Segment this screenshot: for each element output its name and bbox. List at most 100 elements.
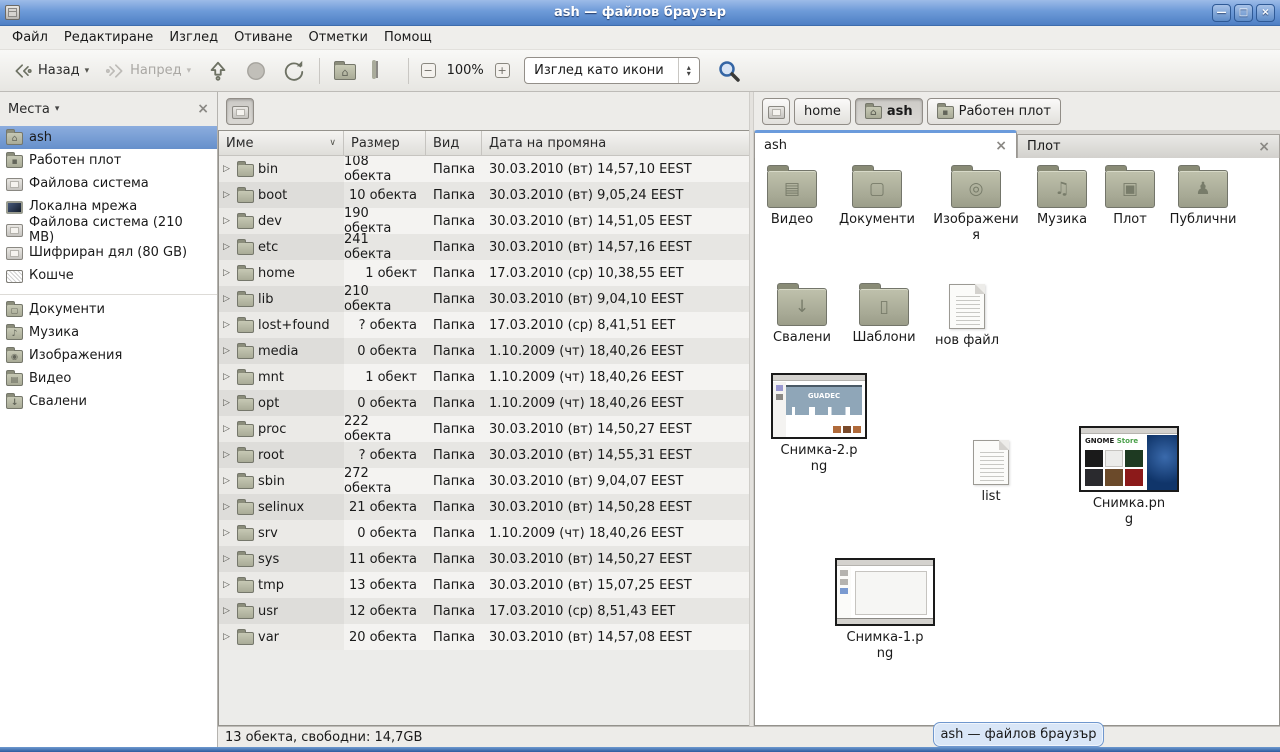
minimize-button[interactable]: — bbox=[1212, 4, 1231, 22]
home-button[interactable] bbox=[327, 55, 363, 87]
stop-button[interactable] bbox=[238, 55, 274, 87]
view-mode-select[interactable]: Изглед като икони ▴▾ bbox=[524, 57, 700, 84]
table-row[interactable]: sbin 272 обекта Папка 30.03.2010 (вт) 9,… bbox=[219, 468, 749, 494]
menu-item[interactable]: Изглед bbox=[161, 27, 226, 48]
zoom-in-button[interactable]: + bbox=[490, 59, 514, 83]
icon-item-downloads[interactable]: ↓ Свалени bbox=[759, 288, 845, 346]
table-row[interactable]: opt 0 обекта Папка 1.10.2009 (чт) 18,40,… bbox=[219, 390, 749, 416]
computer-button[interactable] bbox=[365, 55, 401, 87]
menu-item[interactable]: Помощ bbox=[376, 27, 440, 48]
expander-icon[interactable] bbox=[223, 580, 233, 590]
sidebar-item[interactable]: Документи bbox=[0, 294, 217, 321]
table-row[interactable]: lost+found ? обекта Папка 17.03.2010 (ср… bbox=[219, 312, 749, 338]
icon-item-snimka1[interactable]: Снимка-1.png bbox=[833, 558, 937, 662]
expander-icon[interactable] bbox=[223, 450, 233, 460]
table-row[interactable]: bin 108 обекта Папка 30.03.2010 (вт) 14,… bbox=[219, 156, 749, 182]
column-header-size[interactable]: Размер bbox=[344, 131, 426, 156]
breadcrumb-desktop-button[interactable]: Работен плот bbox=[927, 98, 1061, 125]
table-row[interactable]: usr 12 обекта Папка 17.03.2010 (ср) 8,51… bbox=[219, 598, 749, 624]
icon-item-pictures[interactable]: ◎ Изображения bbox=[933, 170, 1019, 244]
table-row[interactable]: etc 241 обекта Папка 30.03.2010 (вт) 14,… bbox=[219, 234, 749, 260]
tab[interactable]: ash bbox=[754, 130, 1017, 158]
table-row[interactable]: sys 11 обекта Папка 30.03.2010 (вт) 14,5… bbox=[219, 546, 749, 572]
table-row[interactable]: proc 222 обекта Папка 30.03.2010 (вт) 14… bbox=[219, 416, 749, 442]
table-row[interactable]: home 1 обект Папка 17.03.2010 (ср) 10,38… bbox=[219, 260, 749, 286]
column-header-modified[interactable]: Дата на промяна bbox=[482, 131, 749, 156]
tab[interactable]: Плот bbox=[1017, 134, 1280, 158]
expander-icon[interactable] bbox=[223, 320, 233, 330]
expander-icon[interactable] bbox=[223, 346, 233, 356]
expander-icon[interactable] bbox=[223, 242, 233, 252]
maximize-button[interactable]: □ bbox=[1234, 4, 1253, 22]
expander-icon[interactable] bbox=[223, 606, 233, 616]
sidebar-item[interactable]: Музика bbox=[0, 321, 217, 344]
expander-icon[interactable] bbox=[223, 502, 233, 512]
forward-history-arrow-icon[interactable]: ▾ bbox=[187, 66, 192, 76]
taskbar-window-button[interactable]: ash — файлов браузър bbox=[933, 722, 1104, 747]
icon-item-videos[interactable]: ▤ Видео bbox=[754, 170, 835, 228]
table-row[interactable]: srv 0 обекта Папка 1.10.2009 (чт) 18,40,… bbox=[219, 520, 749, 546]
table-row[interactable]: selinux 21 обекта Папка 30.03.2010 (вт) … bbox=[219, 494, 749, 520]
icon-item-list[interactable]: list bbox=[948, 440, 1034, 505]
expander-icon[interactable] bbox=[223, 476, 233, 486]
table-row[interactable]: root ? обекта Папка 30.03.2010 (вт) 14,5… bbox=[219, 442, 749, 468]
expander-icon[interactable] bbox=[223, 554, 233, 564]
sidebar-item[interactable]: Изображения bbox=[0, 344, 217, 367]
icon-item-new-file[interactable]: нов файл bbox=[924, 284, 1010, 349]
table-row[interactable]: boot 10 обекта Папка 30.03.2010 (вт) 9,0… bbox=[219, 182, 749, 208]
forward-button[interactable]: Напред ▾ bbox=[98, 55, 198, 87]
sidebar-item[interactable]: Кошче bbox=[0, 264, 217, 287]
sidebar-item[interactable]: Работен плот bbox=[0, 149, 217, 172]
reload-button[interactable] bbox=[276, 55, 312, 87]
close-button[interactable]: × bbox=[1256, 4, 1275, 22]
table-row[interactable]: dev 190 обекта Папка 30.03.2010 (вт) 14,… bbox=[219, 208, 749, 234]
sidebar-close-icon[interactable]: × bbox=[197, 101, 209, 117]
icon-item-templates[interactable]: ▯ Шаблони bbox=[841, 288, 927, 346]
expander-icon[interactable] bbox=[223, 190, 233, 200]
places-combo-arrow-icon[interactable]: ▾ bbox=[55, 104, 60, 114]
menu-item[interactable]: Редактиране bbox=[56, 27, 161, 48]
search-button[interactable] bbox=[710, 55, 748, 87]
column-header-name[interactable]: Име ∨ bbox=[219, 131, 344, 156]
tab-close-icon[interactable] bbox=[1258, 139, 1270, 155]
table-row[interactable]: lib 210 обекта Папка 30.03.2010 (вт) 9,0… bbox=[219, 286, 749, 312]
filesystem-root-button[interactable] bbox=[226, 98, 254, 125]
sidebar-item[interactable]: Видео bbox=[0, 367, 217, 390]
up-button[interactable] bbox=[200, 55, 236, 87]
icon-view[interactable]: ▤ Видео ▢ Документи ◎ Изображения ♫ Музи… bbox=[754, 158, 1280, 726]
zoom-out-button[interactable]: − bbox=[416, 59, 440, 83]
table-row[interactable]: mnt 1 обект Папка 1.10.2009 (чт) 18,40,2… bbox=[219, 364, 749, 390]
sidebar-item[interactable]: Свалени bbox=[0, 390, 217, 413]
sidebar-item[interactable]: Файлова система bbox=[0, 172, 217, 195]
breadcrumb-root-button[interactable] bbox=[762, 98, 790, 125]
back-history-arrow-icon[interactable]: ▾ bbox=[85, 66, 90, 76]
breadcrumb-home-button[interactable]: home bbox=[794, 98, 851, 125]
sidebar-item[interactable]: ash bbox=[0, 126, 217, 149]
expander-icon[interactable] bbox=[223, 294, 233, 304]
menu-item[interactable]: Файл bbox=[4, 27, 56, 48]
menu-item[interactable]: Отиване bbox=[226, 27, 300, 48]
table-row[interactable]: var 20 обекта Папка 30.03.2010 (вт) 14,5… bbox=[219, 624, 749, 650]
icon-item-snimka[interactable]: GNOME Store Снимка.png bbox=[1077, 426, 1181, 528]
column-header-type[interactable]: Вид bbox=[426, 131, 482, 156]
icon-item-public[interactable]: ♟ Публични bbox=[1160, 170, 1246, 228]
expander-icon[interactable] bbox=[223, 398, 233, 408]
icon-item-snimka2[interactable]: GUADEC Снимка-2.png bbox=[767, 373, 871, 475]
titlebar[interactable]: ash — файлов браузър — □ × bbox=[0, 0, 1280, 26]
tab-close-icon[interactable] bbox=[995, 138, 1007, 154]
places-title[interactable]: Места bbox=[8, 102, 50, 117]
expander-icon[interactable] bbox=[223, 372, 233, 382]
expander-icon[interactable] bbox=[223, 164, 233, 174]
expander-icon[interactable] bbox=[223, 216, 233, 226]
menu-item[interactable]: Отметки bbox=[300, 27, 375, 48]
table-row[interactable]: tmp 13 обекта Папка 30.03.2010 (вт) 15,0… bbox=[219, 572, 749, 598]
expander-icon[interactable] bbox=[223, 632, 233, 642]
sidebar-item[interactable]: Шифриран дял (80 GB) bbox=[0, 241, 217, 264]
expander-icon[interactable] bbox=[223, 268, 233, 278]
icon-item-documents[interactable]: ▢ Документи bbox=[834, 170, 920, 228]
sidebar-item[interactable]: Файлова система (210 MB) bbox=[0, 218, 217, 241]
table-row[interactable]: media 0 обекта Папка 1.10.2009 (чт) 18,4… bbox=[219, 338, 749, 364]
expander-icon[interactable] bbox=[223, 528, 233, 538]
expander-icon[interactable] bbox=[223, 424, 233, 434]
breadcrumb-current-button[interactable]: ash bbox=[855, 98, 923, 125]
